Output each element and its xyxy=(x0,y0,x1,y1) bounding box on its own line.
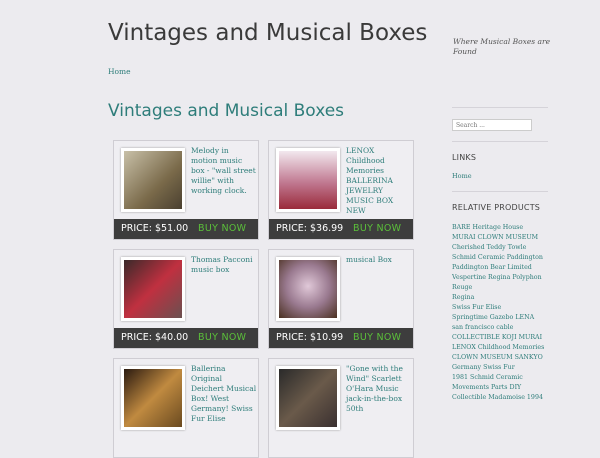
product-price: PRICE: $51.00 xyxy=(121,223,189,234)
product-card: LENOX Childhood Memories BALLERINA JEWEL… xyxy=(268,140,414,240)
price-bar: PRICE: $51.00 BUY NOW xyxy=(114,219,258,239)
related-product-link[interactable]: CLOWN MUSEUM SANKYO xyxy=(452,353,548,363)
related-products-list: BARE Heritage House MURAI CLOWN MUSEUM C… xyxy=(452,223,548,403)
product-title[interactable]: Ballerina Original Deichert Musical Box!… xyxy=(191,364,257,424)
product-price: PRICE: $36.99 xyxy=(276,223,344,234)
product-thumbnail[interactable] xyxy=(121,366,185,430)
related-product-link[interactable]: BARE Heritage House xyxy=(452,223,548,233)
search-input[interactable] xyxy=(452,119,532,131)
product-title[interactable]: musical Box xyxy=(346,255,412,265)
related-product-link[interactable]: Collectible Madamoise 1994 xyxy=(452,393,548,403)
product-thumbnail[interactable] xyxy=(276,257,340,321)
related-product-link[interactable]: COLLECTIBLE KOJI MURAI xyxy=(452,333,548,343)
product-card: musical Box PRICE: $10.99 BUY NOW xyxy=(268,249,414,349)
product-price: PRICE: $40.00 xyxy=(121,332,189,343)
related-product-link[interactable]: MURAI CLOWN MUSEUM xyxy=(452,233,548,243)
sidebar-divider xyxy=(452,107,548,108)
product-card: Thomas Pacconi music box PRICE: $40.00 B… xyxy=(113,249,259,349)
sidebar-divider xyxy=(452,141,548,142)
page-title: Vintages and Musical Boxes xyxy=(108,101,345,121)
product-title[interactable]: "Gone with the Wind" Scarlett O'Hara Mus… xyxy=(346,364,412,414)
related-product-link[interactable]: Reuge xyxy=(452,283,548,293)
product-title[interactable]: Melody in motion music box - "wall stree… xyxy=(191,146,257,196)
sidebar-home-link[interactable]: Home xyxy=(452,172,472,180)
related-product-link[interactable]: Paddington Bear Limited xyxy=(452,263,548,273)
buy-now-button[interactable]: BUY NOW xyxy=(198,332,246,343)
nav-home-link[interactable]: Home xyxy=(108,67,131,76)
product-thumbnail[interactable] xyxy=(121,257,185,321)
product-title[interactable]: Thomas Pacconi music box xyxy=(191,255,257,275)
related-product-link[interactable]: Regina xyxy=(452,293,548,303)
related-product-link[interactable]: Springtime Gazebo LENA xyxy=(452,313,548,323)
product-grid: Melody in motion music box - "wall stree… xyxy=(113,140,414,458)
price-bar: PRICE: $10.99 BUY NOW xyxy=(269,328,413,348)
related-product-link[interactable]: Schmid Ceramic Paddington xyxy=(452,253,548,263)
product-title[interactable]: LENOX Childhood Memories BALLERINA JEWEL… xyxy=(346,146,412,216)
sidebar: LINKS Home RELATIVE PRODUCTS BARE Herita… xyxy=(452,0,548,403)
price-bar: PRICE: $36.99 BUY NOW xyxy=(269,219,413,239)
related-product-link[interactable]: san francisco cable xyxy=(452,323,548,333)
site-title[interactable]: Vintages and Musical Boxes xyxy=(108,20,427,46)
related-product-link[interactable]: Swiss Fur Elise xyxy=(452,303,548,313)
related-widget-title: RELATIVE PRODUCTS xyxy=(452,203,541,212)
related-product-link[interactable]: LENOX Childhood Memories xyxy=(452,343,548,353)
product-thumbnail[interactable] xyxy=(276,366,340,430)
product-card: Ballerina Original Deichert Musical Box!… xyxy=(113,358,259,458)
product-card: "Gone with the Wind" Scarlett O'Hara Mus… xyxy=(268,358,414,458)
buy-now-button[interactable]: BUY NOW xyxy=(353,332,401,343)
price-bar: PRICE: $40.00 BUY NOW xyxy=(114,328,258,348)
related-product-link[interactable]: Movements Parts DIY xyxy=(452,383,548,393)
product-thumbnail[interactable] xyxy=(276,148,340,212)
product-thumbnail[interactable] xyxy=(121,148,185,212)
related-product-link[interactable]: Germany Swiss Fur xyxy=(452,363,548,373)
product-price: PRICE: $10.99 xyxy=(276,332,344,343)
related-product-link[interactable]: Vespertine Regina Polyphon xyxy=(452,273,548,283)
related-product-link[interactable]: 1981 Schmid Ceramic xyxy=(452,373,548,383)
sidebar-divider xyxy=(452,191,548,192)
links-widget-title: LINKS xyxy=(452,153,477,162)
buy-now-button[interactable]: BUY NOW xyxy=(198,223,246,234)
product-card: Melody in motion music box - "wall stree… xyxy=(113,140,259,240)
buy-now-button[interactable]: BUY NOW xyxy=(353,223,401,234)
related-product-link[interactable]: Cherished Teddy Towle xyxy=(452,243,548,253)
